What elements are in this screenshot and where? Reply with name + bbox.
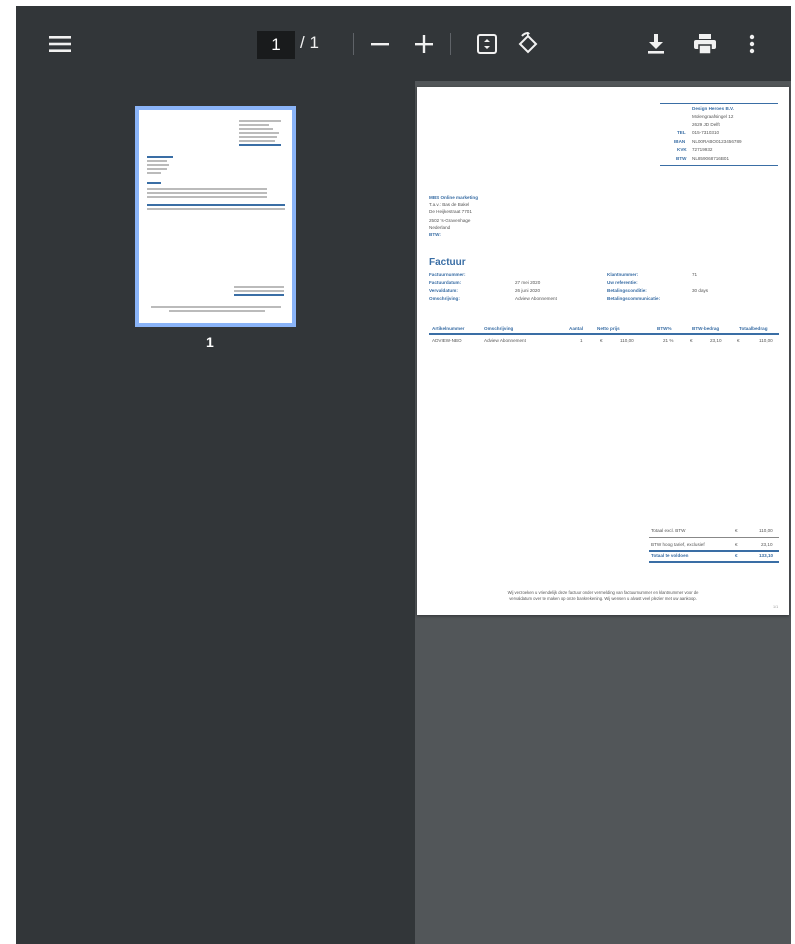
- minus-icon[interactable]: [364, 28, 396, 60]
- total-excl-currency: €: [735, 528, 738, 533]
- footer-page-number: 1/1: [773, 605, 779, 609]
- description-value: Adview Abonnement: [515, 296, 557, 301]
- total-due-currency: €: [735, 553, 738, 558]
- thumbnail-sidebar: 1: [16, 81, 415, 944]
- thumbnail-page-label: 1: [206, 334, 214, 350]
- invoice-title: Factuur: [429, 257, 466, 268]
- table-header-rule: [429, 333, 779, 335]
- row-total: 110,00: [759, 338, 773, 343]
- company-btw-label: BTW: [676, 156, 687, 161]
- table-header-vat-amount: BTW-bedrag: [692, 326, 720, 331]
- due-date-label: Vervaldatum:: [429, 288, 458, 293]
- company-top-rule: [660, 103, 778, 104]
- customer-street: De Heijkestraat 7701: [429, 209, 472, 214]
- customer-btw: BTW:: [429, 232, 441, 237]
- row-vat-pct: 21 %: [663, 338, 674, 343]
- due-date: 26 juni 2020: [515, 288, 541, 293]
- plus-icon[interactable]: [408, 28, 440, 60]
- toolbar: 1 / 1: [16, 6, 791, 81]
- invoice-date: 27 mei 2020: [515, 280, 541, 285]
- customer-country: Nederland: [429, 225, 451, 230]
- table-header-description: Omschrijving: [484, 326, 514, 331]
- rotate-icon[interactable]: [512, 28, 544, 60]
- company-tel: 015-7310310: [692, 130, 720, 135]
- company-iban: NL00RABO0123456789: [692, 139, 742, 144]
- row-vat-amount: 23,10: [710, 338, 722, 343]
- document-viewer: Design Heroes B.V. Molengraafsingel 12 2…: [415, 81, 791, 944]
- invoice-date-label: Factuurdatum:: [429, 280, 462, 285]
- company-tel-label: TEL: [677, 130, 686, 135]
- page-number-input[interactable]: 1: [257, 31, 295, 59]
- customer-name: MBS Online marketing: [429, 195, 479, 200]
- page-total: / 1: [300, 33, 319, 52]
- company-bottom-rule: [660, 165, 778, 166]
- company-kvk-label: KVK: [677, 147, 687, 152]
- table-header-total: Totaalbedrag: [739, 326, 768, 331]
- total-excl-value: 110,00: [759, 528, 773, 533]
- pdf-viewer-frame: 1 / 1 1 Design Heroes B.V. Molengraafsin…: [16, 6, 791, 944]
- total-due-value: 133,10: [759, 553, 774, 558]
- totals-bottom-rule: [649, 561, 779, 563]
- company-name: Design Heroes B.V.: [692, 106, 734, 111]
- table-header-qty: Aantal: [569, 326, 584, 331]
- your-ref-label: Uw referentie:: [607, 280, 638, 285]
- total-vat-label: BTW hoog tarief, exclusief: [651, 542, 705, 547]
- fit-page-icon[interactable]: [471, 28, 503, 60]
- company-address1: Molengraafsingel 12: [692, 114, 734, 119]
- payment-comm-label: Betalingscommunicatie:: [607, 296, 661, 301]
- description-label: Omschrijving:: [429, 296, 460, 301]
- table-header-article: Artikelnummer: [432, 326, 465, 331]
- row-price: 110,00: [620, 338, 634, 343]
- toolbar-divider: [353, 33, 354, 55]
- row-currency: €: [690, 338, 693, 343]
- table-header-vat-pct: BTW%: [657, 326, 672, 331]
- menu-icon[interactable]: [44, 28, 76, 60]
- pdf-page: Design Heroes B.V. Molengraafsingel 12 2…: [417, 87, 789, 615]
- invoice-number-label: Factuurnummer:: [429, 272, 466, 277]
- print-icon[interactable]: [689, 28, 721, 60]
- row-article: ADVIEW-NBO: [432, 338, 462, 343]
- download-icon[interactable]: [640, 28, 672, 60]
- total-due-label: Totaal te voldoen: [651, 553, 689, 558]
- company-address2: 2629 JD Delft: [692, 122, 720, 127]
- thumbnail-page-preview: [139, 110, 292, 323]
- customer-number: 71: [692, 272, 698, 277]
- table-header-price: Netto prijs: [597, 326, 620, 331]
- row-currency: €: [600, 338, 603, 343]
- toolbar-divider: [450, 33, 451, 55]
- total-vat-value: 23,10: [761, 542, 773, 547]
- payment-terms: 30 days: [692, 288, 709, 293]
- row-qty: 1: [580, 338, 583, 343]
- row-currency: €: [737, 338, 740, 343]
- more-vert-icon[interactable]: [736, 28, 768, 60]
- customer-city: 2502 's-Gravenhage: [429, 218, 471, 223]
- footer-line1: Wij verzoeken u vriendelijk deze factuur…: [507, 590, 699, 595]
- total-excl-label: Totaal excl. BTW: [651, 528, 686, 533]
- company-btw: NL859068716B01: [692, 156, 730, 161]
- payment-terms-label: Betalingsconditie:: [607, 288, 647, 293]
- company-iban-label: IBAN: [674, 139, 686, 144]
- footer-line2: vervaldatum over te maken op onze bankre…: [509, 596, 697, 601]
- customer-attn: T.a.v.: Bas de Bakel: [429, 202, 470, 207]
- row-description: Adview Abonnement: [484, 338, 526, 343]
- company-kvk: 72719932: [692, 147, 713, 152]
- totals-rule: [649, 537, 779, 538]
- customer-number-label: Klantnummer:: [607, 272, 639, 277]
- page-thumbnail[interactable]: [135, 106, 296, 327]
- total-vat-currency: €: [735, 542, 738, 547]
- totals-due-rule: [649, 550, 779, 552]
